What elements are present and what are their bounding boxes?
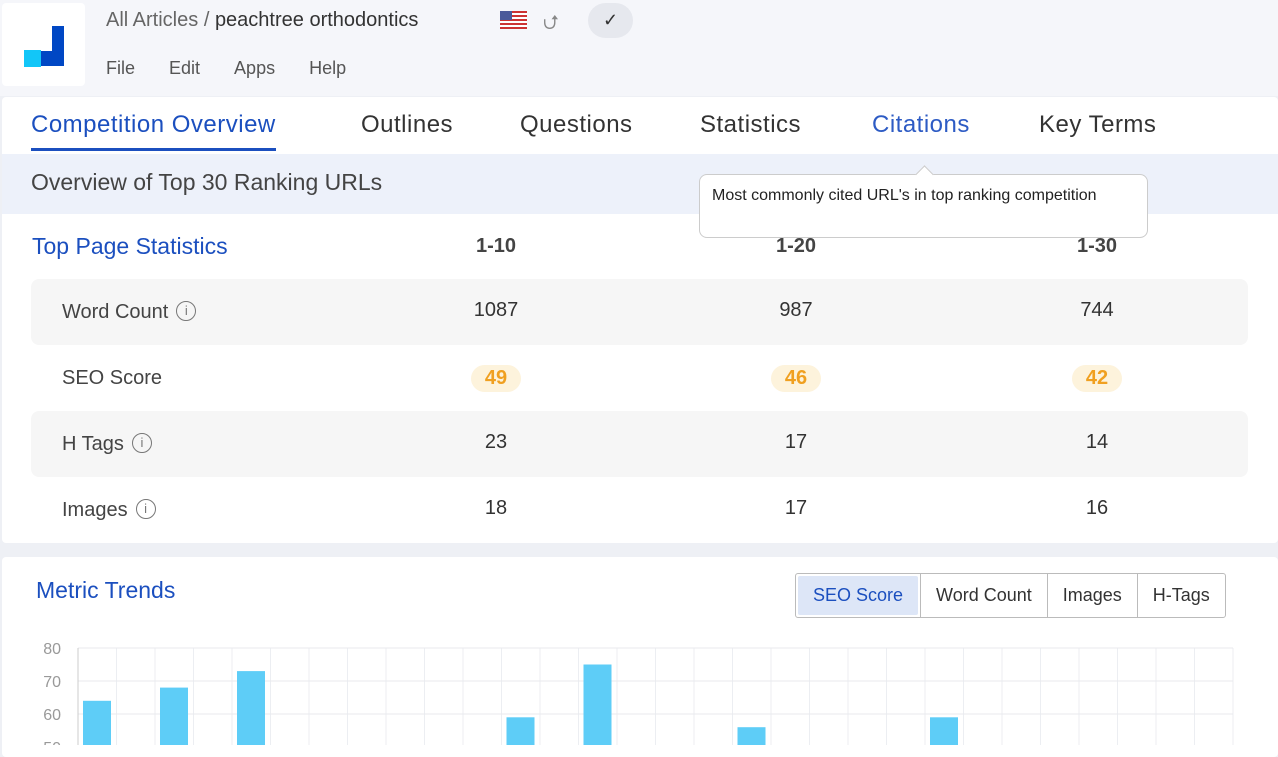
bar[interactable] — [83, 700, 111, 745]
bar[interactable] — [583, 664, 612, 746]
citations-tooltip: Most commonly cited URL's in top ranking… — [699, 174, 1148, 238]
metric-trends-chart: 80 70 60 50 — [43, 641, 1234, 746]
bar[interactable] — [930, 717, 958, 745]
y-tick-label: 50 — [43, 740, 61, 745]
bar[interactable] — [160, 687, 188, 745]
y-tick-label: 80 — [43, 641, 61, 658]
y-tick-label: 60 — [43, 707, 61, 724]
bar[interactable] — [506, 717, 535, 745]
y-tick-label: 70 — [43, 674, 61, 691]
bar[interactable] — [737, 727, 766, 745]
bar[interactable] — [237, 671, 265, 745]
